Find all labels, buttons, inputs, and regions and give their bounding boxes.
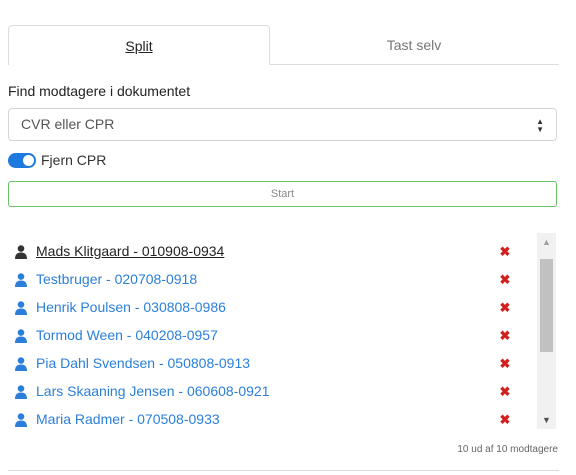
list-item[interactable]: Lars Skaaning Jensen - 060608-0921 ✖ bbox=[8, 377, 528, 405]
find-recipients-label: Find modtagere i dokumentet bbox=[8, 83, 191, 99]
recipient-name[interactable]: Testbruger - 020708-0918 bbox=[36, 271, 197, 287]
recipient-name[interactable]: Maria Radmer - 070508-0933 bbox=[36, 411, 220, 427]
delete-x-icon[interactable]: ✖ bbox=[499, 301, 511, 314]
list-item[interactable]: Pia Dahl Svendsen - 050808-0913 ✖ bbox=[8, 349, 528, 377]
select-value: CVR eller CPR bbox=[21, 116, 115, 132]
delete-x-icon[interactable]: ✖ bbox=[499, 385, 511, 398]
delete-x-icon[interactable]: ✖ bbox=[499, 273, 511, 286]
delete-x-icon[interactable]: ✖ bbox=[499, 245, 511, 258]
tab-split[interactable]: Split bbox=[8, 25, 270, 65]
person-icon bbox=[15, 357, 27, 371]
person-icon bbox=[15, 329, 27, 343]
person-icon bbox=[15, 273, 27, 287]
recipient-name[interactable]: Mads Klitgaard - 010908-0934 bbox=[36, 243, 224, 259]
tab-tast-selv[interactable]: Tast selv bbox=[269, 25, 559, 65]
person-icon bbox=[15, 301, 27, 315]
list-item[interactable]: Maria Radmer - 070508-0933 ✖ bbox=[8, 405, 528, 429]
recipient-count: 10 ud af 10 modtagere bbox=[457, 444, 558, 455]
recipient-name[interactable]: Pia Dahl Svendsen - 050808-0913 bbox=[36, 355, 250, 371]
scroll-up-arrow-icon[interactable]: ▲ bbox=[537, 237, 556, 247]
list-item[interactable]: Mads Klitgaard - 010908-0934 ✖ bbox=[8, 237, 528, 265]
list-item[interactable]: Tormod Ween - 040208-0957 ✖ bbox=[8, 321, 528, 349]
list-item[interactable]: Testbruger - 020708-0918 ✖ bbox=[8, 265, 528, 293]
scroll-down-arrow-icon[interactable]: ▼ bbox=[537, 415, 556, 425]
recipient-list: Mads Klitgaard - 010908-0934 ✖ Testbruge… bbox=[8, 233, 559, 429]
cvr-cpr-select[interactable]: CVR eller CPR ▲ ▼ bbox=[8, 108, 557, 141]
sort-caret-icon: ▲ ▼ bbox=[536, 117, 544, 134]
start-button[interactable]: Start bbox=[8, 181, 557, 207]
delete-x-icon[interactable]: ✖ bbox=[499, 413, 511, 426]
person-icon bbox=[15, 413, 27, 427]
tab-bar: Split Tast selv bbox=[8, 25, 559, 65]
list-scrollbar[interactable]: ▲ ▼ bbox=[537, 233, 556, 429]
scroll-thumb[interactable] bbox=[540, 259, 553, 352]
person-icon bbox=[15, 245, 27, 259]
fjern-cpr-label: Fjern CPR bbox=[41, 152, 107, 168]
recipient-name[interactable]: Henrik Poulsen - 030808-0986 bbox=[36, 299, 226, 315]
list-item[interactable]: Henrik Poulsen - 030808-0986 ✖ bbox=[8, 293, 528, 321]
recipient-name[interactable]: Lars Skaaning Jensen - 060608-0921 bbox=[36, 383, 270, 399]
toggle-knob bbox=[23, 155, 34, 166]
recipient-name[interactable]: Tormod Ween - 040208-0957 bbox=[36, 327, 218, 343]
person-icon bbox=[15, 385, 27, 399]
fjern-cpr-toggle[interactable] bbox=[8, 153, 36, 168]
delete-x-icon[interactable]: ✖ bbox=[499, 357, 511, 370]
divider bbox=[8, 470, 559, 471]
delete-x-icon[interactable]: ✖ bbox=[499, 329, 511, 342]
sort-caret-down-icon: ▼ bbox=[536, 125, 544, 134]
